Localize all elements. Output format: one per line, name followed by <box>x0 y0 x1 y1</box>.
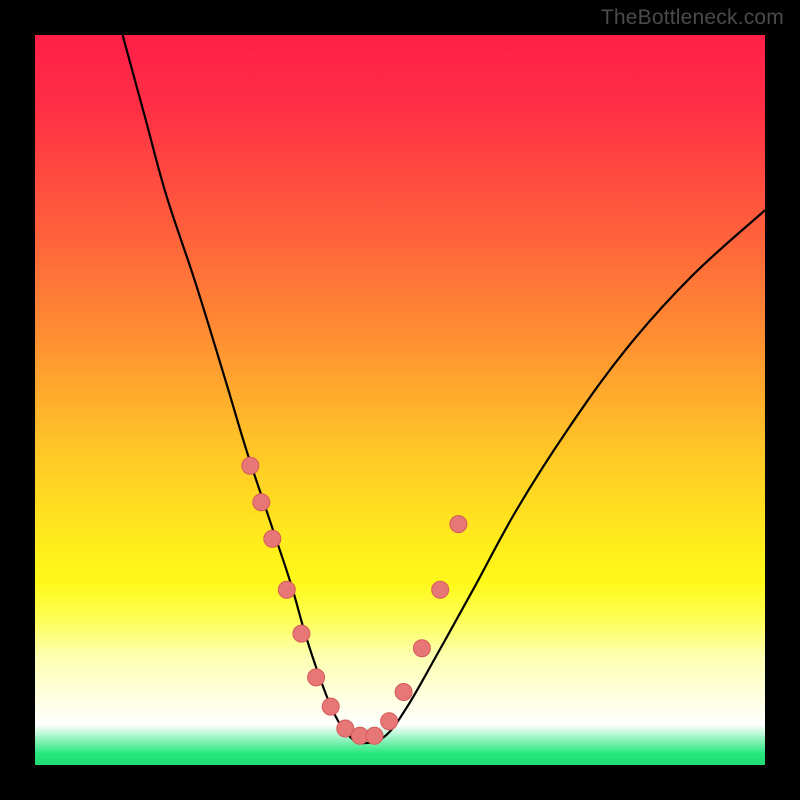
data-marker <box>264 530 281 547</box>
chart-frame: TheBottleneck.com <box>0 0 800 800</box>
bottleneck-curve <box>123 35 765 743</box>
plot-area <box>35 35 765 765</box>
data-marker <box>293 625 310 642</box>
data-marker <box>381 713 398 730</box>
data-marker <box>278 581 295 598</box>
data-marker <box>450 516 467 533</box>
data-marker <box>366 727 383 744</box>
data-marker <box>432 581 449 598</box>
data-marker <box>322 698 339 715</box>
data-marker <box>413 640 430 657</box>
chart-svg <box>35 35 765 765</box>
data-marker <box>242 457 259 474</box>
watermark-text: TheBottleneck.com <box>601 6 784 30</box>
marker-group <box>242 457 467 744</box>
data-marker <box>253 494 270 511</box>
data-marker <box>308 669 325 686</box>
data-marker <box>395 684 412 701</box>
